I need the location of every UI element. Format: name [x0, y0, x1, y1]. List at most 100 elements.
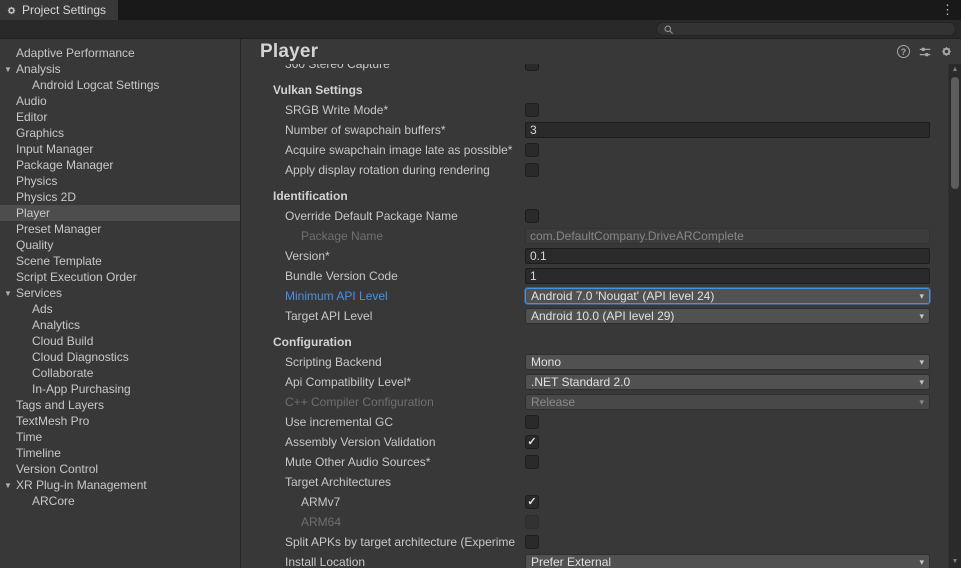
- sidebar-item-analysis[interactable]: ▼Analysis: [0, 61, 240, 77]
- text-field-bundle-version-code[interactable]: [525, 268, 930, 284]
- checkbox-assembly-version-validation[interactable]: ✓: [525, 435, 539, 449]
- sidebar-item-label: Android Logcat Settings: [32, 78, 159, 92]
- scroll-up-icon[interactable]: ▲: [949, 64, 961, 76]
- sidebar-item-label: Editor: [16, 110, 47, 124]
- sidebar-item-android-logcat-settings[interactable]: Android Logcat Settings: [0, 77, 240, 93]
- sidebar-item-package-manager[interactable]: Package Manager: [0, 157, 240, 173]
- page-title: Player: [260, 41, 318, 63]
- sidebar-item-cloud-build[interactable]: Cloud Build: [0, 333, 240, 349]
- preset-icon[interactable]: [918, 45, 932, 59]
- sidebar-item-services[interactable]: ▼Services: [0, 285, 240, 301]
- scroll-down-icon[interactable]: ▼: [949, 556, 961, 568]
- toolbar: [0, 20, 961, 39]
- sidebar-item-label: Script Execution Order: [16, 270, 137, 284]
- sidebar-item-xr-plug-in-management[interactable]: ▼XR Plug-in Management: [0, 477, 240, 493]
- sidebar-item-input-manager[interactable]: Input Manager: [0, 141, 240, 157]
- sidebar-item-physics[interactable]: Physics: [0, 173, 240, 189]
- checkbox-arm64: [525, 515, 539, 529]
- foldout-arrow-icon[interactable]: ▼: [4, 62, 12, 78]
- setting-control: [525, 163, 930, 177]
- setting-control: [525, 415, 930, 429]
- setting-control: [525, 228, 930, 244]
- sidebar-item-label: Cloud Diagnostics: [32, 350, 129, 364]
- window-menu-icon[interactable]: ⋮: [934, 0, 961, 20]
- sidebar-item-editor[interactable]: Editor: [0, 109, 240, 125]
- text-field-number-of-swapchain-buffers[interactable]: [525, 122, 930, 138]
- window-tab-project-settings[interactable]: Project Settings: [0, 0, 118, 20]
- sidebar-item-version-control[interactable]: Version Control: [0, 461, 240, 477]
- search-box[interactable]: [656, 22, 956, 36]
- checkbox-360-stereo-capture[interactable]: [525, 64, 539, 71]
- sidebar-item-arcore[interactable]: ARCore: [0, 493, 240, 509]
- dropdown-target-api-level[interactable]: Android 10.0 (API level 29)▾: [525, 308, 930, 324]
- setting-row-apply-display-rotation-during-rendering: Apply display rotation during rendering: [241, 160, 930, 180]
- setting-row-use-incremental-gc: Use incremental GC: [241, 412, 930, 432]
- sidebar-item-label: Package Manager: [16, 158, 113, 172]
- sidebar-item-quality[interactable]: Quality: [0, 237, 240, 253]
- sidebar-item-label: In-App Purchasing: [32, 382, 131, 396]
- sidebar-item-analytics[interactable]: Analytics: [0, 317, 240, 333]
- sidebar-item-adaptive-performance[interactable]: Adaptive Performance: [0, 45, 240, 61]
- text-field-version[interactable]: [525, 248, 930, 264]
- sidebar-item-physics-2d[interactable]: Physics 2D: [0, 189, 240, 205]
- checkbox-mute-other-audio-sources[interactable]: [525, 455, 539, 469]
- vertical-scrollbar[interactable]: ▲ ▼: [948, 64, 961, 568]
- dropdown-value: .NET Standard 2.0: [531, 375, 630, 389]
- dropdown-value: Mono: [531, 355, 561, 369]
- sidebar-item-cloud-diagnostics[interactable]: Cloud Diagnostics: [0, 349, 240, 365]
- dropdown-api-compatibility-level[interactable]: .NET Standard 2.0▾: [525, 374, 930, 390]
- setting-control: Android 7.0 'Nougat' (API level 24)▾: [525, 288, 930, 304]
- dropdown-install-location[interactable]: Prefer External▾: [525, 554, 930, 568]
- help-icon[interactable]: ?: [897, 45, 910, 58]
- setting-label-api-compatibility-level: Api Compatibility Level*: [241, 375, 525, 389]
- settings-list: 360 Stereo CaptureVulkan SettingsSRGB Wr…: [241, 64, 948, 568]
- setting-row-api-compatibility-level: Api Compatibility Level*.NET Standard 2.…: [241, 372, 930, 392]
- dropdown-caret-icon: ▾: [915, 291, 924, 302]
- sidebar-list: Adaptive Performance▼AnalysisAndroid Log…: [0, 45, 240, 509]
- checkbox-apply-display-rotation-during-rendering[interactable]: [525, 163, 539, 177]
- sidebar-item-label: Tags and Layers: [16, 398, 104, 412]
- setting-control: [525, 455, 930, 469]
- sidebar-item-label: Physics: [16, 174, 57, 188]
- sidebar-item-graphics[interactable]: Graphics: [0, 125, 240, 141]
- sidebar-item-preset-manager[interactable]: Preset Manager: [0, 221, 240, 237]
- sidebar-item-ads[interactable]: Ads: [0, 301, 240, 317]
- sidebar-item-scene-template[interactable]: Scene Template: [0, 253, 240, 269]
- setting-control: [525, 535, 930, 549]
- foldout-arrow-icon[interactable]: ▼: [4, 478, 12, 494]
- sidebar-item-time[interactable]: Time: [0, 429, 240, 445]
- setting-control: [525, 64, 930, 71]
- sidebar-item-label: Analytics: [32, 318, 80, 332]
- sidebar-item-script-execution-order[interactable]: Script Execution Order: [0, 269, 240, 285]
- sidebar-item-tags-and-layers[interactable]: Tags and Layers: [0, 397, 240, 413]
- dropdown-caret-icon: ▾: [915, 357, 924, 368]
- dropdown-minimum-api-level[interactable]: Android 7.0 'Nougat' (API level 24)▾: [525, 288, 930, 304]
- dropdown-c-compiler-configuration: Release▾: [525, 394, 930, 410]
- sidebar-item-collaborate[interactable]: Collaborate: [0, 365, 240, 381]
- sidebar-item-label: Input Manager: [16, 142, 93, 156]
- checkbox-srgb-write-mode[interactable]: [525, 103, 539, 117]
- dropdown-scripting-backend[interactable]: Mono ▾: [525, 354, 930, 370]
- sidebar-item-player[interactable]: Player: [0, 205, 240, 221]
- checkbox-split-apks-by-target-architecture-experime[interactable]: [525, 535, 539, 549]
- setting-label-version: Version*: [241, 249, 525, 263]
- checkbox-acquire-swapchain-image-late-as-possible[interactable]: [525, 143, 539, 157]
- setting-control: [525, 143, 930, 157]
- setting-control: [525, 103, 930, 117]
- search-input[interactable]: [678, 23, 949, 35]
- sidebar-item-textmesh-pro[interactable]: TextMesh Pro: [0, 413, 240, 429]
- gear-icon[interactable]: [940, 45, 953, 58]
- setting-label-split-apks-by-target-architecture-experime: Split APKs by target architecture (Exper…: [241, 535, 525, 549]
- window-title: Project Settings: [22, 3, 106, 17]
- project-settings-window: Project Settings ⋮ Adaptive Performance▼…: [0, 0, 961, 568]
- checkbox-override-default-package-name[interactable]: [525, 209, 539, 223]
- sidebar-item-in-app-purchasing[interactable]: In-App Purchasing: [0, 381, 240, 397]
- checkbox-armv7[interactable]: ✓: [525, 495, 539, 509]
- checkbox-use-incremental-gc[interactable]: [525, 415, 539, 429]
- sidebar-item-audio[interactable]: Audio: [0, 93, 240, 109]
- checkmark-icon: ✓: [527, 497, 536, 508]
- foldout-arrow-icon[interactable]: ▼: [4, 286, 12, 302]
- setting-row-override-default-package-name: Override Default Package Name: [241, 206, 930, 226]
- sidebar-item-timeline[interactable]: Timeline: [0, 445, 240, 461]
- scrollbar-thumb[interactable]: [951, 77, 959, 189]
